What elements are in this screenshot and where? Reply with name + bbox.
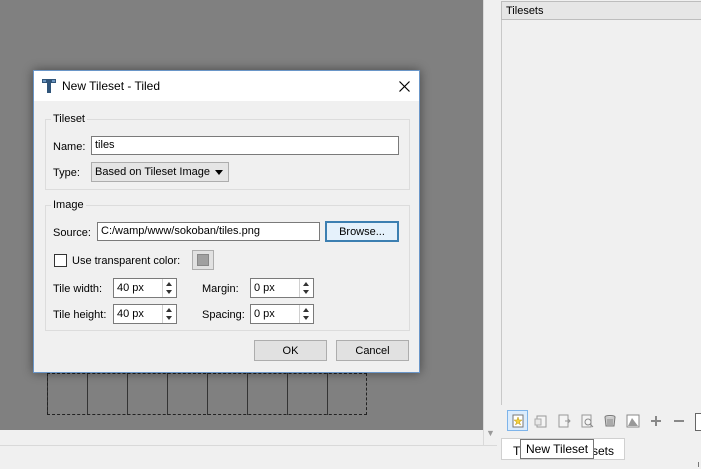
tile-height-label: Tile height: — [53, 309, 107, 321]
arrow-up-icon[interactable] — [303, 282, 309, 286]
close-button[interactable] — [389, 71, 419, 101]
tile-height-spinbox[interactable]: 40 px — [113, 304, 177, 324]
tilesets-toolbar — [507, 410, 689, 432]
tile-width-label: Tile width: — [53, 283, 103, 295]
tiled-app-icon — [42, 79, 56, 93]
tile-width-stepper[interactable] — [162, 279, 176, 297]
import-tileset-icon — [534, 415, 546, 427]
browse-button[interactable]: Browse... — [325, 221, 399, 242]
spacing-value: 0 px — [254, 308, 275, 320]
margin-spinbox[interactable]: 0 px — [250, 278, 314, 298]
type-dropdown-value: Based on Tileset Image — [95, 166, 210, 178]
arrow-down-icon[interactable] — [303, 290, 309, 294]
arrow-down-icon[interactable] — [166, 316, 172, 320]
import-tileset-button[interactable] — [530, 410, 551, 431]
add-button[interactable] — [645, 410, 666, 431]
tile-height-stepper[interactable] — [162, 305, 176, 323]
name-field[interactable]: tiles — [91, 136, 399, 155]
color-swatch — [197, 254, 209, 266]
spacing-label: Spacing: — [202, 309, 245, 321]
tab-tilesets-right-label: sets — [592, 444, 615, 458]
ok-button[interactable]: OK — [254, 340, 327, 361]
export-tileset-icon — [558, 414, 571, 427]
image-group-label: Image — [51, 199, 86, 211]
new-tileset-icon — [512, 414, 523, 427]
new-tileset-dialog: New Tileset - Tiled Tileset Name: tiles … — [33, 70, 420, 373]
dialog-title: New Tileset - Tiled — [62, 79, 161, 93]
tilesets-panel-header: Tilesets — [501, 1, 701, 20]
spacing-spinbox[interactable]: 0 px — [250, 304, 314, 324]
transparent-color-checkbox[interactable] — [54, 254, 67, 267]
margin-label: Margin: — [202, 283, 239, 295]
type-label: Type: — [53, 167, 80, 179]
tilesets-panel: Tilesets T sets — [501, 0, 701, 469]
transparent-color-button[interactable] — [192, 250, 214, 270]
arrow-down-icon[interactable] — [303, 316, 309, 320]
edit-terrain-icon — [626, 414, 639, 427]
delete-tileset-icon — [604, 414, 615, 426]
type-dropdown[interactable]: Based on Tileset Image — [91, 162, 229, 182]
margin-stepper[interactable] — [299, 279, 313, 297]
arrow-up-icon[interactable] — [303, 308, 309, 312]
zoom-field[interactable] — [695, 413, 701, 431]
transparent-color-label: Use transparent color: — [72, 255, 181, 267]
resize-grip — [698, 462, 699, 467]
vertical-scrollbar[interactable]: ▼ — [483, 0, 497, 445]
export-tileset-button[interactable] — [553, 410, 574, 431]
dialog-titlebar[interactable]: New Tileset - Tiled — [34, 71, 419, 101]
remove-icon — [673, 419, 684, 422]
new-tileset-button[interactable] — [507, 410, 528, 431]
arrow-up-icon[interactable] — [166, 282, 172, 286]
cancel-button[interactable]: Cancel — [336, 340, 409, 361]
tileset-properties-icon — [581, 414, 593, 427]
tileset-properties-button[interactable] — [576, 410, 597, 431]
close-icon — [398, 80, 410, 92]
edit-terrain-button[interactable] — [622, 410, 643, 431]
horizontal-scrollbar[interactable] — [0, 445, 497, 469]
tile-height-value: 40 px — [117, 308, 144, 320]
tileset-group-label: Tileset — [51, 113, 87, 125]
margin-value: 0 px — [254, 282, 275, 294]
add-icon — [650, 415, 661, 426]
arrow-down-icon[interactable] — [166, 290, 172, 294]
tileset-view[interactable] — [501, 20, 701, 405]
map-grid[interactable] — [47, 373, 367, 415]
source-label: Source: — [53, 227, 91, 239]
arrow-up-icon[interactable] — [166, 308, 172, 312]
chevron-down-icon — [215, 170, 223, 175]
tile-width-value: 40 px — [117, 282, 144, 294]
tooltip: New Tileset — [520, 439, 595, 459]
tile-width-spinbox[interactable]: 40 px — [113, 278, 177, 298]
scroll-down-arrow-icon[interactable]: ▼ — [486, 428, 495, 438]
delete-tileset-button[interactable] — [599, 410, 620, 431]
source-field[interactable]: C:/wamp/www/sokoban/tiles.png — [97, 222, 320, 241]
name-label: Name: — [53, 141, 86, 153]
remove-button[interactable] — [668, 410, 689, 431]
spacing-stepper[interactable] — [299, 305, 313, 323]
